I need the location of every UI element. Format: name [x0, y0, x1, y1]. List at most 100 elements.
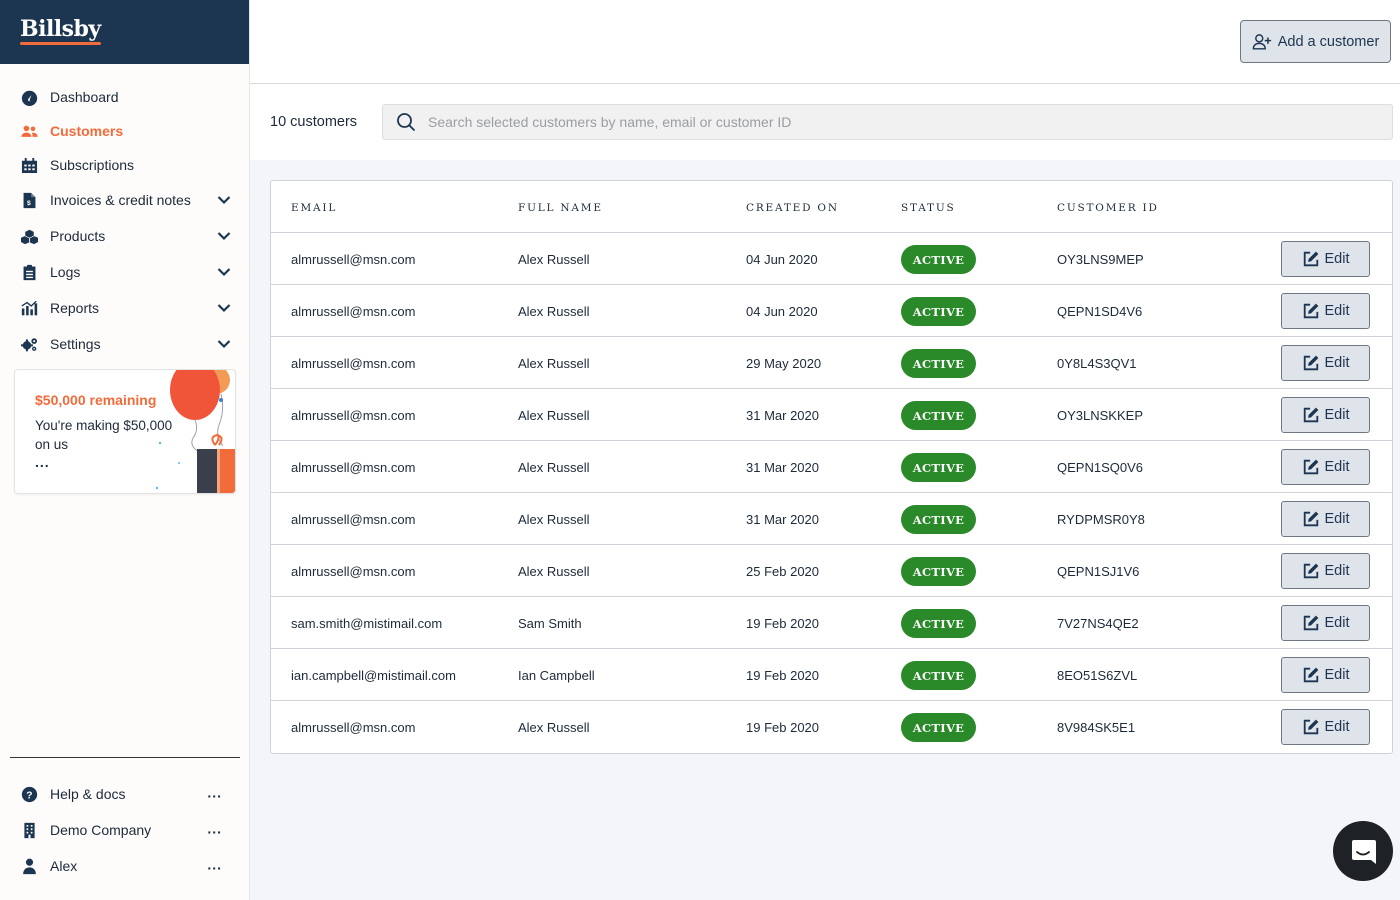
balloon-gift-illustration [155, 370, 235, 493]
table-row[interactable]: almrussell@msn.com Alex Russell 29 May 202… [271, 337, 1392, 389]
sidebar-item-label: Subscriptions [50, 157, 135, 173]
calendar-icon [20, 156, 38, 174]
table-body: almrussell@msn.com Alex Russell 04 Jun 202… [271, 233, 1392, 753]
edit-button[interactable]: Edit [1281, 657, 1370, 693]
edit-label: Edit [1324, 407, 1350, 423]
svg-text:$: $ [26, 199, 30, 206]
clipboard-icon [20, 263, 38, 281]
table-row[interactable]: almrussell@msn.com Alex Russell 04 Jun 202… [271, 285, 1392, 337]
sidebar-item-customers[interactable]: Customers [0, 114, 249, 148]
sidebar-item-label: Logs [50, 264, 81, 280]
edit-icon [1303, 563, 1318, 579]
edit-icon [1303, 459, 1318, 475]
promo-more-icon[interactable]: ... [35, 454, 50, 470]
cell-email: almrussell@msn.com [291, 356, 416, 371]
cell-email: sam.smith@mistimail.com [291, 616, 443, 631]
edit-button[interactable]: Edit [1281, 605, 1370, 641]
chat-launcher-button[interactable] [1333, 821, 1393, 881]
edit-label: Edit [1324, 615, 1350, 631]
table-header: EMAIL FULL NAME CREATED ON STATUS CUSTOM… [271, 181, 1392, 233]
edit-button[interactable]: Edit [1281, 345, 1370, 381]
sidebar-item-invoices[interactable]: $ Invoices & credit notes [0, 182, 249, 218]
table-row[interactable]: almrussell@msn.com Alex Russell 31 Mar 202… [271, 493, 1392, 545]
chevron-down-icon[interactable] [217, 267, 231, 277]
table-row[interactable]: almrussell@msn.com Alex Russell 25 Feb 202… [271, 545, 1392, 597]
status-badge: ACTIVE [901, 401, 976, 430]
table-row[interactable]: almrussell@msn.com Alex Russell 31 Mar 202… [271, 389, 1392, 441]
cell-created-on: 29 May 2020 [746, 356, 822, 371]
search-section: 10 customers [250, 84, 1400, 160]
sidebar-item-label: Products [50, 228, 106, 244]
cell-created-on: 19 Feb 2020 [746, 616, 820, 631]
svg-text:?: ? [26, 790, 32, 801]
more-options-icon[interactable]: ... [207, 856, 222, 872]
chevron-down-icon[interactable] [217, 231, 231, 241]
sidebar-nav: Dashboard Customers Subscriptions $ Invo… [0, 80, 249, 362]
cell-full-name: Alex Russell [518, 512, 590, 527]
sidebar-item-products[interactable]: Products [0, 218, 249, 254]
edit-label: Edit [1324, 251, 1350, 267]
promo-card[interactable]: $50,000 remaining You're making $50,000 … [14, 369, 236, 494]
table-row[interactable]: almrussell@msn.com Alex Russell 31 Mar 202… [271, 441, 1392, 493]
sidebar-item-label: Reports [50, 300, 100, 316]
billsby-logo[interactable]: Billsby [20, 16, 101, 45]
cell-full-name: Ian Campbell [518, 668, 595, 683]
sidebar: Billsby Dashboard Customers Subscription… [0, 0, 250, 900]
promo-title: $50,000 remaining [35, 392, 157, 408]
question-circle-icon: ? [20, 785, 38, 803]
column-header-email[interactable]: EMAIL [291, 202, 337, 214]
edit-label: Edit [1324, 719, 1350, 735]
edit-button[interactable]: Edit [1281, 397, 1370, 433]
boxes-icon [20, 227, 38, 245]
cell-full-name: Alex Russell [518, 720, 590, 735]
edit-label: Edit [1324, 459, 1350, 475]
more-options-icon[interactable]: ... [207, 820, 222, 836]
edit-label: Edit [1324, 563, 1350, 579]
table-row[interactable]: almrussell@msn.com Alex Russell 04 Jun 202… [271, 233, 1392, 285]
sidebar-item-company[interactable]: Demo Company ... [0, 812, 250, 848]
edit-button[interactable]: Edit [1281, 553, 1370, 589]
chevron-down-icon[interactable] [217, 339, 231, 349]
sidebar-item-logs[interactable]: Logs [0, 254, 249, 290]
edit-button[interactable]: Edit [1281, 501, 1370, 537]
sidebar-item-reports[interactable]: Reports [0, 290, 249, 326]
customer-count: 10 customers [270, 114, 358, 130]
more-options-icon[interactable]: ... [207, 784, 222, 800]
chevron-down-icon[interactable] [217, 303, 231, 313]
column-header-status[interactable]: STATUS [901, 202, 955, 214]
sidebar-item-user[interactable]: Alex ... [0, 848, 250, 884]
cell-customer-id: QEPN1SJ1V6 [1057, 564, 1140, 579]
table-row[interactable]: almrussell@msn.com Alex Russell 19 Feb 202… [271, 701, 1392, 753]
edit-label: Edit [1324, 355, 1350, 371]
edit-button[interactable]: Edit [1281, 241, 1370, 277]
sidebar-item-dashboard[interactable]: Dashboard [0, 80, 249, 114]
building-icon [20, 821, 38, 839]
sidebar-item-help[interactable]: ? Help & docs ... [0, 776, 250, 812]
sidebar-item-label: Help & docs [50, 786, 126, 802]
edit-button[interactable]: Edit [1281, 293, 1370, 329]
status-badge: ACTIVE [901, 349, 976, 378]
chevron-down-icon[interactable] [217, 195, 231, 205]
cell-full-name: Alex Russell [518, 356, 590, 371]
cell-email: almrussell@msn.com [291, 512, 416, 527]
chart-icon [20, 299, 38, 317]
edit-icon [1303, 511, 1318, 527]
search-input[interactable] [428, 114, 1328, 130]
search-box[interactable] [382, 104, 1393, 140]
edit-button[interactable]: Edit [1281, 449, 1370, 485]
table-row[interactable]: ian.campbell@mistimail.com Ian Campbell 19… [271, 649, 1392, 701]
cell-created-on: 31 Mar 2020 [746, 512, 819, 527]
sidebar-item-subscriptions[interactable]: Subscriptions [0, 148, 249, 182]
edit-button[interactable]: Edit [1281, 709, 1370, 745]
table-row[interactable]: sam.smith@mistimail.com Sam Smith 19 Feb 2… [271, 597, 1392, 649]
column-header-customer-id[interactable]: CUSTOMER ID [1057, 202, 1159, 214]
edit-icon [1303, 251, 1318, 267]
column-header-created-on[interactable]: CREATED ON [746, 202, 839, 214]
cell-email: almrussell@msn.com [291, 408, 416, 423]
column-header-full-name[interactable]: FULL NAME [518, 202, 603, 214]
add-customer-button[interactable]: Add a customer [1240, 20, 1391, 63]
logo-underline [20, 42, 101, 45]
cell-created-on: 25 Feb 2020 [746, 564, 820, 579]
sidebar-item-settings[interactable]: Settings [0, 326, 249, 362]
cell-email: almrussell@msn.com [291, 564, 416, 579]
